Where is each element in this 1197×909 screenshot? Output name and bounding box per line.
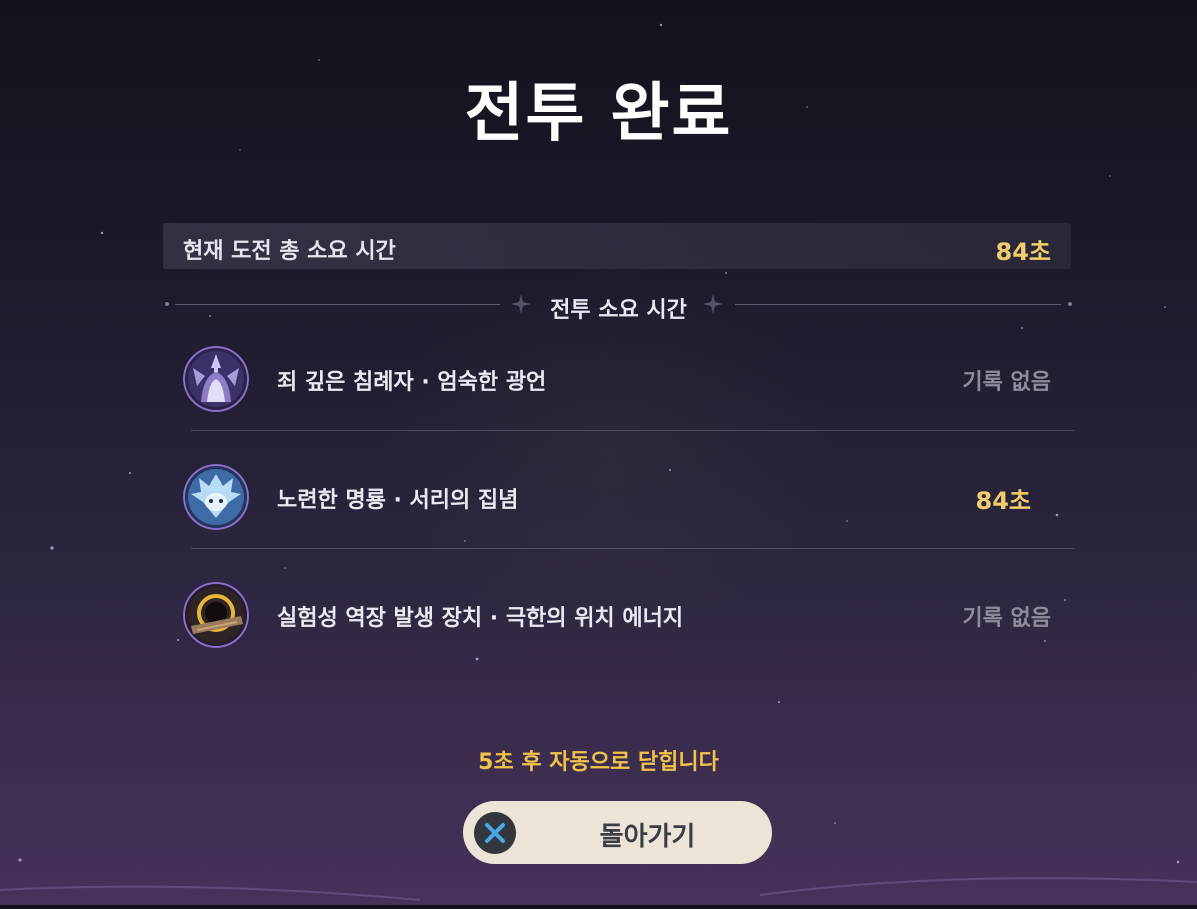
- boss-row: 실험성 역장 발생 장치 · 극한의 위치 에너지 기록 없음: [183, 582, 1073, 648]
- row-divider: [191, 548, 1074, 549]
- auto-close-notice: 5초 후 자동으로 닫힙니다: [478, 750, 719, 775]
- back-button-label: 돌아가기: [599, 822, 696, 852]
- frost-dragon-boss-icon: [183, 464, 249, 530]
- total-time-bar: 현재 도전 총 소요 시간 84초: [163, 223, 1071, 269]
- close-x-icon: [474, 812, 516, 854]
- section-label: 전투 소요 시간: [550, 298, 687, 323]
- sinful-baptist-boss-icon: [183, 346, 249, 412]
- boss-time: 기록 없음: [962, 606, 1051, 631]
- total-time-label: 현재 도전 총 소요 시간: [183, 239, 396, 264]
- boss-row: 노련한 명룡 · 서리의 집념 84초: [183, 464, 1073, 530]
- row-divider: [191, 430, 1074, 431]
- boss-time: 84초: [975, 487, 1031, 515]
- boss-row: 죄 깊은 침례자 · 엄숙한 광언 기록 없음: [183, 346, 1073, 412]
- sparkle-icon: [703, 294, 723, 314]
- divider-dot: [1068, 302, 1072, 306]
- boss-name: 죄 깊은 침례자 · 엄숙한 광언: [277, 370, 547, 395]
- boss-name: 실험성 역장 발생 장치 · 극한의 위치 에너지: [277, 606, 684, 631]
- boss-name: 노련한 명룡 · 서리의 집념: [277, 488, 519, 513]
- back-button[interactable]: 돌아가기: [463, 801, 772, 864]
- field-generator-boss-icon: [183, 582, 249, 648]
- total-time-value: 84초: [995, 238, 1051, 266]
- section-divider: 전투 소요 시간: [165, 290, 1072, 323]
- boss-time: 기록 없음: [962, 370, 1051, 395]
- screen-title: 전투 완료: [464, 77, 733, 151]
- divider-line-right: [735, 304, 1061, 305]
